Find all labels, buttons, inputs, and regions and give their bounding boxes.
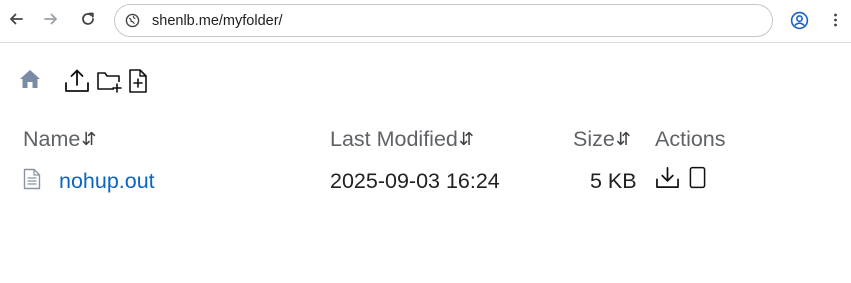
upload-icon	[65, 69, 89, 92]
home-icon	[20, 70, 40, 88]
profile-button[interactable]	[788, 9, 810, 31]
more-vert-icon	[833, 13, 837, 27]
file-size: 5 KB	[590, 169, 637, 193]
new-folder-icon	[97, 72, 122, 93]
file-toolbar	[0, 66, 851, 96]
arrow-right-icon	[44, 13, 57, 25]
menu-button[interactable]	[826, 9, 844, 31]
file-icon	[23, 168, 41, 190]
reload-button[interactable]	[75, 6, 101, 32]
modified-header-label: Last Modified	[330, 127, 458, 151]
size-column-header[interactable]: Size ⇵	[573, 127, 631, 152]
browser-toolbar: shenlb.me/myfolder/	[0, 0, 851, 43]
home-button[interactable]	[19, 68, 41, 90]
size-header-label: Size	[573, 127, 615, 151]
upload-button[interactable]	[64, 67, 90, 93]
new-file-icon	[129, 69, 147, 93]
actions-header-label: Actions	[655, 127, 726, 151]
download-button[interactable]	[655, 166, 680, 189]
modified-column-header[interactable]: Last Modified ⇵	[330, 127, 474, 152]
new-file-button[interactable]	[128, 68, 148, 94]
site-info-icon[interactable]	[124, 13, 140, 29]
forward-button[interactable]	[38, 6, 64, 32]
arrow-left-icon	[10, 13, 23, 25]
new-folder-button[interactable]	[96, 69, 122, 93]
actions-column-header: Actions	[655, 127, 726, 152]
file-name-link[interactable]: nohup.out	[59, 169, 155, 193]
url-text: shenlb.me/myfolder/	[152, 12, 283, 29]
reload-icon	[82, 12, 94, 25]
sort-icon[interactable]: ⇵	[459, 129, 474, 150]
download-icon	[656, 167, 679, 188]
file-modified: 2025-09-03 16:24	[330, 169, 500, 193]
sort-icon[interactable]: ⇵	[616, 129, 631, 150]
sort-icon[interactable]: ⇵	[81, 129, 96, 150]
name-column-header[interactable]: Name ⇵	[23, 127, 96, 152]
back-button[interactable]	[3, 6, 29, 32]
address-bar[interactable]: shenlb.me/myfolder/	[114, 4, 773, 37]
preview-icon	[689, 166, 706, 189]
profile-icon	[790, 11, 808, 29]
name-header-label: Name	[23, 127, 81, 151]
preview-button[interactable]	[689, 166, 706, 189]
